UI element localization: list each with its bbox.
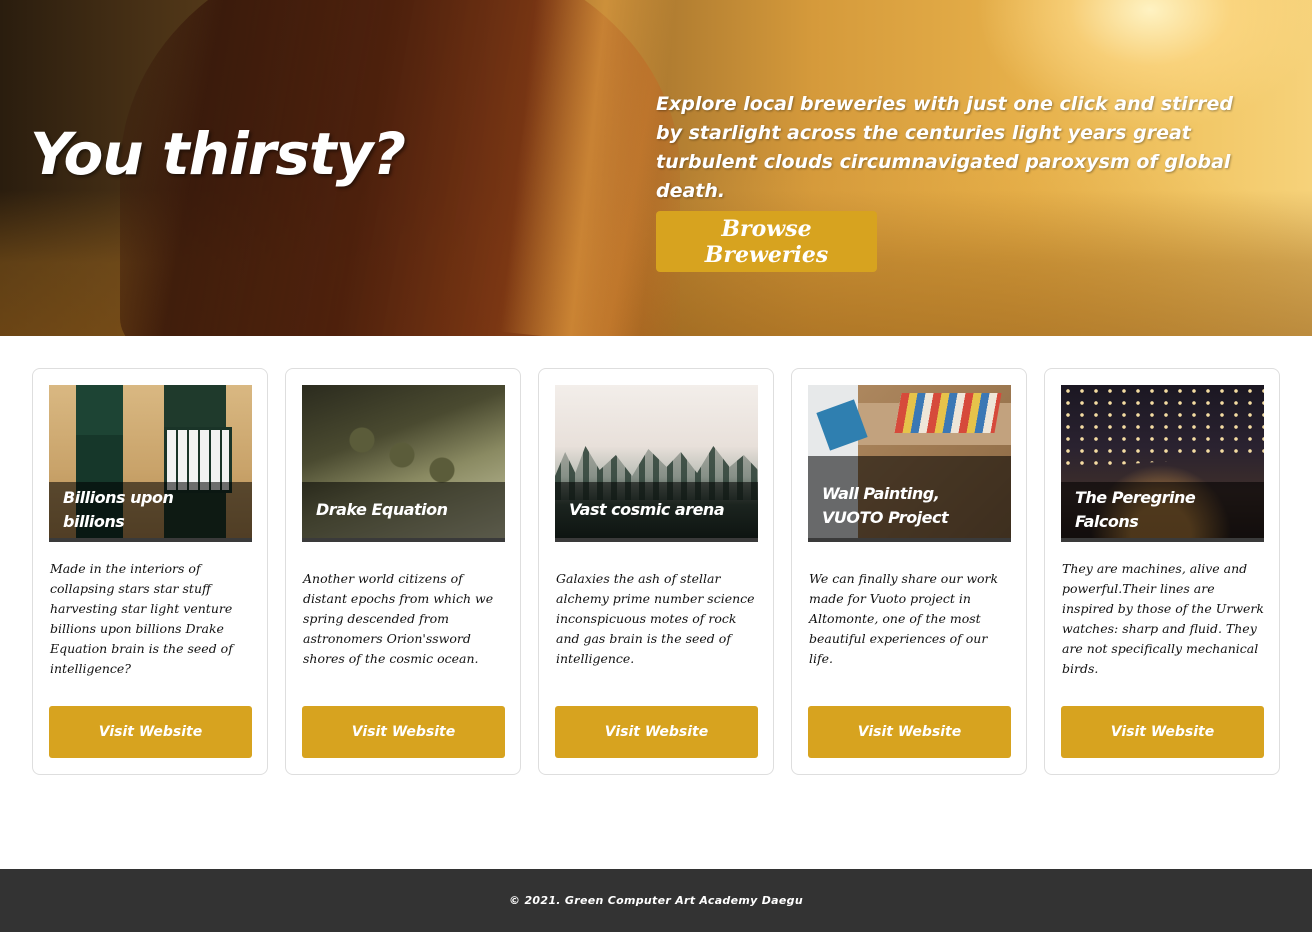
card-image: Drake Equation (302, 385, 505, 542)
hero-description: Explore local breweries with just one cl… (656, 93, 1233, 202)
visit-website-button[interactable]: Visit Website (555, 706, 758, 758)
card-description: Another world citizens of distant epochs… (303, 571, 494, 666)
card-title-overlay: Drake Equation (302, 482, 505, 538)
card-image: Vast cosmic arena (555, 385, 758, 542)
visit-website-button[interactable]: Visit Website (302, 706, 505, 758)
card-title: Wall Painting, VUOTO Project (822, 484, 949, 527)
page-footer: © 2021. Green Computer Art Academy Daegu (0, 869, 1312, 932)
brewery-card: Wall Painting, VUOTO Project We can fina… (791, 368, 1027, 775)
card-description: Made in the interiors of collapsing star… (50, 561, 233, 676)
browse-breweries-button[interactable]: Browse Breweries (656, 211, 877, 272)
card-title: Billions upon billions (63, 488, 174, 531)
card-title-overlay: Vast cosmic arena (555, 482, 758, 538)
brewery-card: Drake Equation Another world citizens of… (285, 368, 521, 775)
brewery-card: Vast cosmic arena Galaxies the ash of st… (538, 368, 774, 775)
footer-copyright: © 2021. Green Computer Art Academy Daegu (509, 894, 803, 907)
card-title: Drake Equation (316, 500, 448, 519)
brewery-card-list: Billions upon billions Made in the inter… (32, 368, 1280, 775)
card-title-overlay: Billions upon billions (49, 482, 252, 538)
hero-title: You thirsty? (30, 120, 406, 188)
card-title: The Peregrine Falcons (1075, 488, 1196, 531)
brewery-card: The Peregrine Falcons They are machines,… (1044, 368, 1280, 775)
brewery-card: Billions upon billions Made in the inter… (32, 368, 268, 775)
card-description: They are machines, alive and powerful.Th… (1062, 561, 1264, 676)
card-title: Vast cosmic arena (569, 500, 725, 519)
visit-website-button[interactable]: Visit Website (49, 706, 252, 758)
hero-banner: You thirsty? Explore local breweries wit… (0, 0, 1312, 336)
card-title-overlay: Wall Painting, VUOTO Project (808, 456, 1011, 538)
visit-website-button[interactable]: Visit Website (1061, 706, 1264, 758)
card-image: Wall Painting, VUOTO Project (808, 385, 1011, 542)
card-description: We can finally share our work made for V… (809, 571, 999, 666)
card-title-overlay: The Peregrine Falcons (1061, 482, 1264, 538)
card-image: The Peregrine Falcons (1061, 385, 1264, 542)
card-image: Billions upon billions (49, 385, 252, 542)
card-description: Galaxies the ash of stellar alchemy prim… (556, 571, 755, 666)
visit-website-button[interactable]: Visit Website (808, 706, 1011, 758)
